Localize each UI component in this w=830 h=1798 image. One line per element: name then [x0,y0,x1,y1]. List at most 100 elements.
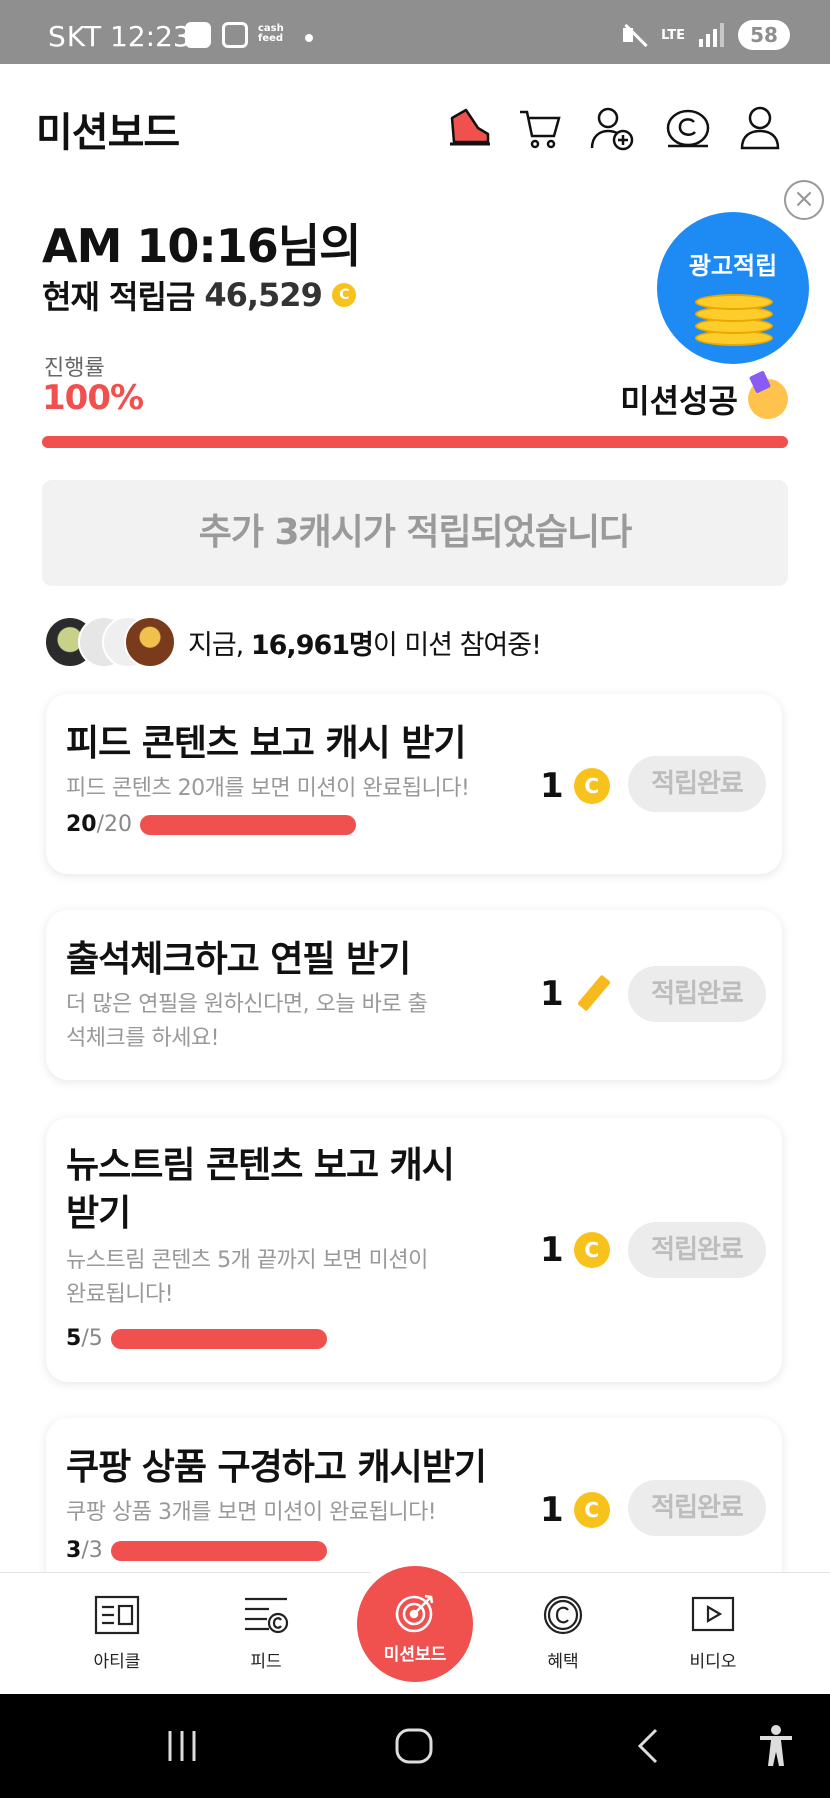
mission-progress-bar [110,1328,327,1349]
add-friend-icon[interactable] [588,104,636,152]
balance-row: 현재 적립금 46,529 C [42,272,356,318]
close-icon[interactable]: × [784,180,824,220]
target-icon [395,1594,434,1633]
coin-icon: C [573,1492,610,1528]
coin-icon: C [331,283,356,307]
nav-label: 비디오 [689,1652,737,1672]
nav-label: 미션보드 [383,1645,447,1665]
progress-value: 100% [42,378,144,418]
battery-indicator: 58 [738,20,790,50]
reward-amount: 1 [540,974,564,1014]
reward: 1 C [540,1490,610,1530]
greeting-title: AM 10:16님의 [42,219,361,273]
sneaker-icon[interactable] [444,104,492,152]
reward: 1 C [540,766,610,806]
mission-title: 쿠팡 상품 구경하고 캐시받기 [66,1447,487,1488]
cashfeed-icon: cash feed [258,23,284,44]
more-notifications-dot [305,34,313,42]
cash-c-icon[interactable] [664,104,712,152]
recent-apps-icon[interactable] [164,1728,200,1764]
screenshot-icon [222,22,248,48]
participants-suffix: 이 미션 참여중! [372,629,542,661]
mission-count: 20/20 [66,812,357,837]
nav-item-benefit[interactable]: 혜택 [508,1595,618,1672]
accessibility-icon[interactable] [756,1724,796,1768]
progress-bar-fill [42,436,788,448]
mission-card[interactable]: 뉴스트림 콘텐츠 보고 캐시 받기 뉴스트림 콘텐츠 5개 끝까지 보면 미션이… [46,1118,782,1382]
mission-description: 더 많은 연필을 원하신다면, 오늘 바로 출석체크를 하세요! [66,992,428,1051]
nav-item-missionboard[interactable]: 미션보드 [357,1566,473,1682]
mission-description: 쿠팡 상품 3개를 보면 미션이 완료됩니다! [66,1500,437,1525]
claim-complete-button[interactable]: 적립완료 [628,1480,766,1536]
coin-icon: C [573,1232,610,1268]
reward: 1 C [540,1230,610,1270]
mission-title: 출석체크하고 연필 받기 [66,939,411,980]
count-total: /20 [96,812,133,837]
avatar [124,616,176,668]
nav-item-video[interactable]: 비디오 [658,1595,768,1672]
benefit-c-icon [540,1595,586,1635]
signal-icon [699,23,724,47]
coin-icon: C [573,768,610,804]
count-total: /5 [81,1326,103,1351]
ad-reward-label: 광고적립 [688,252,778,280]
feed-icon [243,1595,289,1635]
participants-count: 16,961명 [250,629,374,661]
count-done: 5 [66,1326,82,1351]
reward-amount: 1 [540,766,564,806]
system-navigation-bar [0,1694,830,1798]
carrier-label: SKT [48,20,103,53]
ad-reward-button[interactable]: 광고적립 [657,212,809,364]
profile-icon[interactable] [736,104,784,152]
clock: 12:23 [110,20,191,53]
count-done: 20 [66,812,97,837]
reward-amount: 1 [540,1230,564,1270]
nav-item-article[interactable]: 아티클 [62,1595,172,1672]
party-face-icon [748,379,788,419]
avatar-group [44,616,176,668]
participants-text: 지금, 16,961명이 미션 참여중! [188,623,542,662]
balance-value: 46,529 [204,276,322,314]
mission-count: 5/5 [66,1326,327,1351]
nav-label: 혜택 [547,1652,579,1672]
participants-row: 지금, 16,961명이 미션 참여중! [44,616,542,668]
video-play-icon [690,1595,736,1635]
back-icon[interactable] [632,1726,662,1766]
reward-notice: 추가 3캐시가 적립되었습니다 [42,480,788,586]
balance-label: 현재 적립금 [42,278,195,316]
mission-card[interactable]: 출석체크하고 연필 받기 더 많은 연필을 원하신다면, 오늘 바로 출석체크를… [46,910,782,1080]
mission-progress-bar [140,814,357,835]
nav-item-feed[interactable]: 피드 [211,1595,321,1672]
app-notification-icon [185,22,211,48]
mission-card[interactable]: 피드 콘텐츠 보고 캐시 받기 피드 콘텐츠 20개를 보면 미션이 완료됩니다… [46,694,782,874]
mute-icon [621,22,647,48]
home-icon[interactable] [394,1728,434,1764]
claim-complete-button[interactable]: 적립완료 [628,756,766,812]
claim-complete-button[interactable]: 적립완료 [628,1222,766,1278]
coin-stack-icon [695,290,773,346]
page-title: 미션보드 [36,110,180,156]
article-icon [94,1595,140,1635]
count-done: 3 [66,1538,82,1563]
nav-label: 피드 [250,1652,282,1672]
mission-title: 피드 콘텐츠 보고 캐시 받기 [66,723,466,764]
mission-title: 뉴스트림 콘텐츠 보고 캐시 받기 [66,1145,455,1234]
progress-bar [42,436,788,448]
mission-description: 피드 콘텐츠 20개를 보면 미션이 완료됩니다! [66,776,470,801]
reward-amount: 1 [540,1490,564,1530]
pencil-icon [574,976,610,1012]
status-bar: SKT 12:23 cash feed LTE 58 [0,0,830,64]
app-header: 미션보드 [0,64,830,184]
claim-complete-button[interactable]: 적립완료 [628,966,766,1022]
reward: 1 [540,974,610,1014]
cart-icon[interactable] [516,104,564,152]
nav-label: 아티클 [93,1652,141,1672]
mission-count: 3/3 [66,1538,327,1563]
participants-prefix: 지금, [188,629,251,661]
mission-description: 뉴스트림 콘텐츠 5개 끝까지 보면 미션이 완료됩니다! [66,1248,428,1307]
mission-progress-bar [110,1540,327,1561]
count-total: /3 [81,1538,103,1563]
mission-success: 미션성공 [620,376,788,422]
network-type: LTE [661,27,685,43]
success-label: 미션성공 [620,382,738,420]
